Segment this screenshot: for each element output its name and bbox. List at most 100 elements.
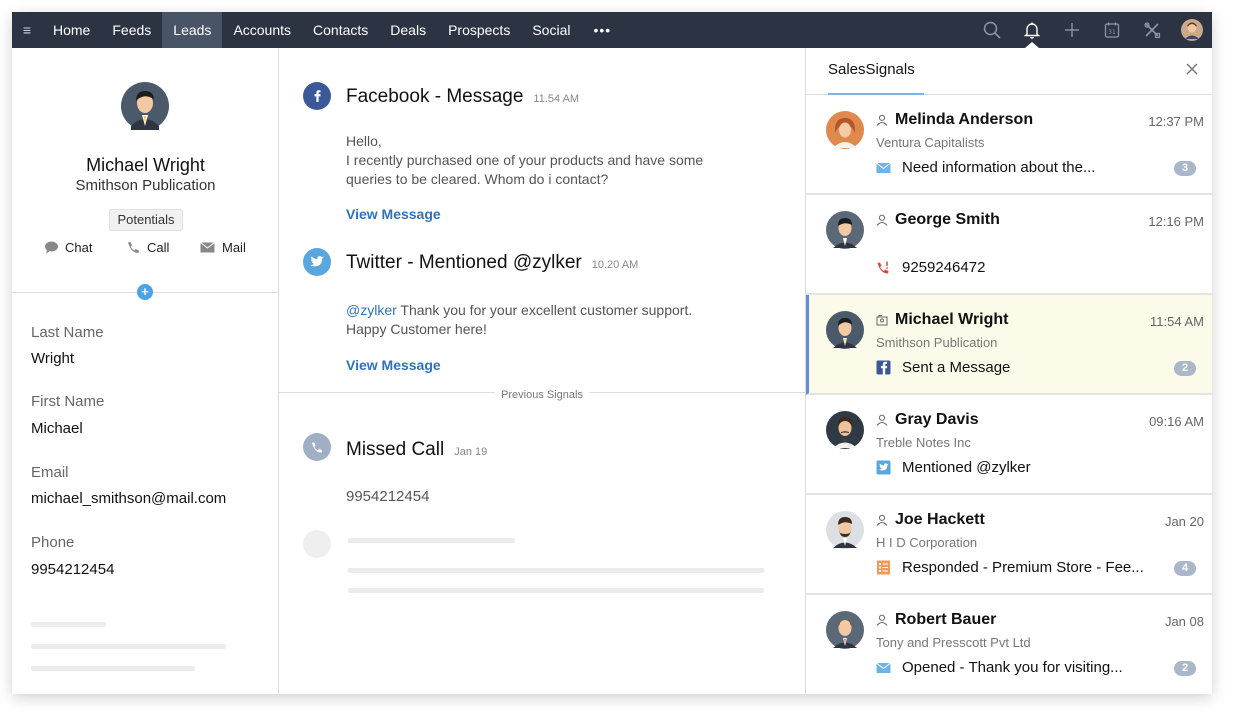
add-icon[interactable]: [1052, 12, 1092, 48]
signal-card-selected[interactable]: Michael Wright Smithson Publication 11:5…: [806, 295, 1212, 395]
twitter-message-body: @zylker Thank you for your excellent cus…: [346, 301, 716, 339]
facebook-message-body: I recently purchased one of your product…: [346, 152, 704, 187]
placeholder-line: [31, 666, 195, 671]
signal-time: 12:37 PM: [1148, 114, 1204, 129]
tools-icon[interactable]: [1132, 12, 1172, 48]
nav-tab-home[interactable]: Home: [42, 12, 101, 48]
facebook-icon: [876, 360, 891, 375]
signal-time: Jan 08: [1164, 614, 1204, 629]
contact-company: Ventura Capitalists: [876, 135, 985, 150]
facebook-signal-time: 11.54 AM: [533, 93, 580, 105]
twitter-signal-title: Twitter - Mentioned @zylker 10.20 AM: [346, 252, 638, 274]
sales-signals-header: SalesSignals: [806, 48, 1212, 95]
top-navigation-bar: ≡ Home Feeds Leads Accounts Contacts Dea…: [12, 12, 1212, 48]
hamburger-menu-icon[interactable]: ≡: [12, 12, 42, 48]
person-icon: [876, 414, 888, 426]
mail-icon: [876, 662, 891, 673]
field-value-email: michael_smithson@mail.com: [31, 490, 227, 507]
signal-message-text: Opened - Thank you for visiting...: [902, 659, 1123, 676]
contact-name-text: George Smith: [895, 211, 1000, 228]
field-value-phone: 9954212454: [31, 561, 115, 578]
facebook-message-greeting: Hello,: [346, 133, 382, 149]
placeholder-avatar: [303, 530, 331, 558]
signal-card[interactable]: Gray Davis Treble Notes Inc 09:16 AM Men…: [806, 395, 1212, 495]
signal-details-panel: Facebook - Message 11.54 AM Hello, I rece…: [279, 48, 805, 694]
user-avatar-icon[interactable]: [1172, 12, 1212, 48]
missed-call-icon: [303, 433, 331, 461]
nav-utility-icons: 31: [972, 12, 1212, 48]
sales-signals-panel: SalesSignals Melinda Anderson Ventura Ca…: [805, 48, 1212, 694]
signal-message-text: Sent a Message: [902, 359, 1011, 376]
contact-name: Robert Bauer: [876, 611, 996, 629]
contact-avatar: [826, 111, 864, 149]
expand-plus-icon[interactable]: +: [137, 284, 153, 300]
signal-card[interactable]: George Smith 12:16 PM 9259246472: [806, 195, 1212, 295]
chat-button[interactable]: Chat: [44, 240, 92, 255]
contact-name: George Smith: [876, 211, 1000, 229]
nav-tab-accounts[interactable]: Accounts: [222, 12, 302, 48]
signal-card[interactable]: Melinda Anderson Ventura Capitalists 12:…: [806, 95, 1212, 195]
lead-icon: [876, 315, 888, 326]
contact-avatar: [826, 511, 864, 549]
signal-card[interactable]: Joe Hackett H I D Corporation Jan 20 Res…: [806, 495, 1212, 595]
contact-name-text: Robert Bauer: [895, 611, 997, 628]
mail-button[interactable]: Mail: [199, 240, 246, 255]
view-twitter-message-link[interactable]: View Message: [346, 357, 441, 373]
signal-time: Jan 20: [1164, 514, 1204, 529]
close-icon[interactable]: [1185, 62, 1199, 76]
contact-company: H I D Corporation: [876, 535, 978, 550]
field-label-first-name: First Name: [31, 393, 105, 410]
nav-tab-social[interactable]: Social: [521, 12, 581, 48]
signal-time: 11:54 AM: [1150, 314, 1204, 329]
field-label-phone: Phone: [31, 534, 75, 551]
chat-label: Chat: [65, 240, 93, 255]
signal-count-badge: 3: [1174, 161, 1196, 176]
lead-actions: Chat Call Mail: [12, 240, 279, 260]
twitter-signal-title-text: Twitter - Mentioned @zylker: [346, 252, 582, 273]
placeholder-line: [348, 588, 764, 593]
mail-icon: [200, 242, 215, 253]
signal-message: Sent a Message: [876, 359, 1010, 376]
missed-call-time: Jan 19: [454, 446, 488, 458]
contact-name: Joe Hackett: [876, 511, 985, 529]
lead-company: Smithson Publication: [75, 177, 216, 194]
lead-status-badge[interactable]: Potentials: [109, 209, 183, 231]
nav-more-button[interactable]: •••: [581, 12, 623, 48]
lead-avatar: [121, 82, 169, 130]
missed-call-number: 9954212454: [346, 488, 430, 505]
nav-tab-leads[interactable]: Leads: [162, 12, 223, 48]
facebook-icon: [303, 82, 331, 110]
nav-tab-contacts[interactable]: Contacts: [302, 12, 379, 48]
signal-card[interactable]: Robert Bauer Tony and Presscott Pvt Ltd …: [806, 595, 1212, 694]
signal-message-text: Mentioned @zylker: [902, 459, 1031, 476]
placeholder-line: [348, 538, 515, 543]
call-button[interactable]: Call: [126, 240, 169, 255]
contact-name-text: Joe Hackett: [895, 511, 985, 528]
twitter-handle-link[interactable]: @zylker: [346, 302, 397, 318]
view-facebook-message-link[interactable]: View Message: [346, 206, 441, 222]
mail-icon: [876, 162, 891, 173]
mail-label: Mail: [222, 240, 246, 255]
twitter-icon: [303, 248, 331, 276]
signal-time: 12:16 PM: [1148, 214, 1204, 229]
sales-signals-title: SalesSignals: [828, 61, 915, 78]
person-icon: [876, 514, 888, 526]
lead-name: Michael Wright: [86, 155, 205, 175]
twitter-signal-time: 10.20 AM: [591, 259, 639, 271]
missed-call-icon: [877, 261, 889, 274]
search-icon[interactable]: [972, 12, 1012, 48]
facebook-signal-title: Facebook - Message 11.54 AM: [346, 86, 579, 108]
contact-company: Treble Notes Inc: [876, 435, 971, 450]
previous-signals-label: Previous Signals: [279, 385, 805, 403]
nav-tab-deals[interactable]: Deals: [379, 12, 437, 48]
nav-tab-prospects[interactable]: Prospects: [437, 12, 521, 48]
nav-tab-feeds[interactable]: Feeds: [101, 12, 162, 48]
contact-name-text: Gray Davis: [895, 411, 979, 428]
contact-company: Smithson Publication: [876, 335, 998, 350]
notification-bell-icon[interactable]: [1012, 12, 1052, 48]
calendar-icon[interactable]: 31: [1092, 12, 1132, 48]
signal-count-badge: 2: [1174, 661, 1196, 676]
call-label: Call: [147, 240, 170, 255]
field-label-email: Email: [31, 464, 69, 481]
contact-name: Gray Davis: [876, 411, 979, 429]
